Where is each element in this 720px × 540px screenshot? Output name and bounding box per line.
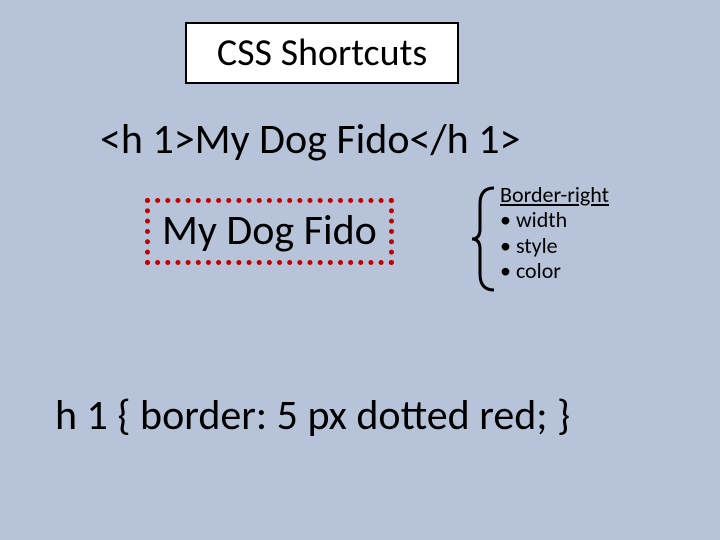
slide-title: CSS Shortcuts (185, 22, 459, 84)
annotation-item: color (500, 258, 609, 283)
code-example: <h 1>My Dog Fido</h 1> (100, 114, 520, 165)
annotation-item: width (500, 207, 609, 232)
annotation-heading: Border-right (500, 182, 609, 207)
annotation-item: style (500, 233, 609, 258)
slide: CSS Shortcuts <h 1>My Dog Fido</h 1> My … (0, 0, 720, 540)
slide-title-text: CSS Shortcuts (217, 30, 427, 76)
rendered-demo-text: My Dog Fido (162, 205, 377, 256)
brace-icon (472, 184, 494, 294)
rendered-demo-box: My Dog Fido (145, 198, 394, 265)
css-rule: h 1 { border: 5 px dotted red; } (55, 390, 570, 441)
annotation-block: Border-right width style color (500, 182, 609, 283)
annotation-list: width style color (500, 207, 609, 283)
